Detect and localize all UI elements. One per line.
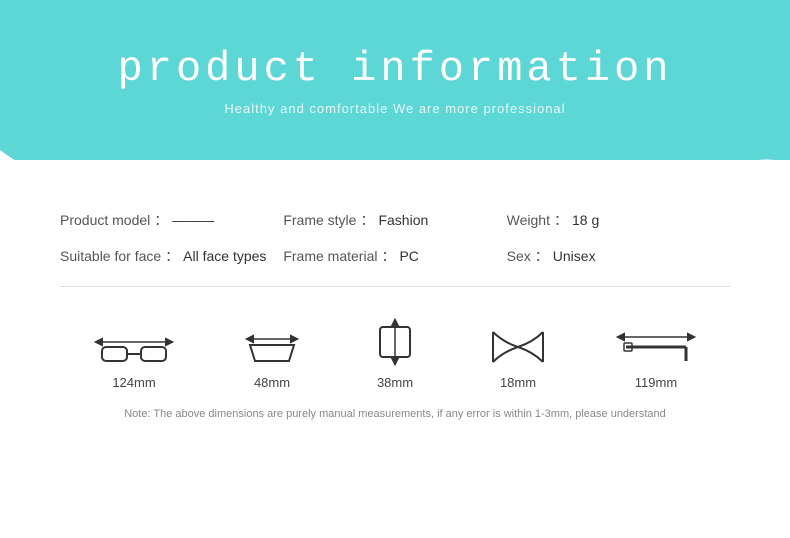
dim-label-1: 124mm — [112, 375, 155, 390]
material-label: Frame material — [283, 248, 377, 264]
dim-label-4: 18mm — [500, 375, 536, 390]
page-title: product information — [118, 45, 673, 93]
info-grid: Product model ： ——— Frame style ： Fashio… — [60, 210, 730, 266]
dim-item-4: 18mm — [488, 317, 548, 390]
dim-label-2: 48mm — [254, 375, 290, 390]
weight-value: 18 g — [572, 212, 599, 228]
dim-icon-2 — [242, 317, 302, 367]
header-section: product information Healthy and comforta… — [0, 0, 790, 160]
dim-icon-5 — [616, 317, 696, 367]
measurement-note: Note: The above dimensions are purely ma… — [60, 408, 730, 420]
product-model-label: Product model — [60, 212, 150, 228]
dim-item-2: 48mm — [242, 317, 302, 390]
dim-label-5: 119mm — [635, 375, 677, 390]
section-divider — [60, 286, 730, 287]
weight-label: Weight — [507, 212, 550, 228]
dim-item-1: 124mm — [94, 317, 174, 390]
face-row: Suitable for face ： All face types — [60, 246, 283, 266]
sex-label: Sex — [507, 248, 531, 264]
face-sep: ： — [165, 246, 179, 266]
material-row: Frame material ： PC — [283, 246, 506, 266]
dimensions-section: 124mm 48mm — [60, 317, 730, 390]
face-label: Suitable for face — [60, 248, 161, 264]
frame-style-value: Fashion — [378, 212, 428, 228]
dim-label-3: 38mm — [377, 375, 413, 390]
frame-style-sep: ： — [360, 210, 374, 230]
weight-sep: ： — [554, 210, 568, 230]
product-model-value: ——— — [172, 212, 214, 228]
frame-style-row: Frame style ： Fashion — [283, 210, 506, 230]
sex-value: Unisex — [553, 248, 596, 264]
dim-icon-4 — [488, 317, 548, 367]
wave-decoration — [0, 150, 790, 190]
dim-icon-1 — [94, 317, 174, 367]
face-value: All face types — [183, 248, 266, 264]
dim-item-3: 38mm — [370, 317, 420, 390]
material-value: PC — [399, 248, 418, 264]
material-sep: ： — [381, 246, 395, 266]
header-subtitle: Healthy and comfortable We are more prof… — [224, 101, 565, 116]
frame-style-label: Frame style — [283, 212, 356, 228]
dim-item-5: 119mm — [616, 317, 696, 390]
sex-sep: ： — [535, 246, 549, 266]
dim-icon-3 — [370, 317, 420, 367]
sex-row: Sex ： Unisex — [507, 246, 730, 266]
content-section: Product model ： ——— Frame style ： Fashio… — [0, 160, 790, 440]
product-model-row: Product model ： ——— — [60, 210, 283, 230]
weight-row: Weight ： 18 g — [507, 210, 730, 230]
product-model-sep: ： — [154, 210, 168, 230]
